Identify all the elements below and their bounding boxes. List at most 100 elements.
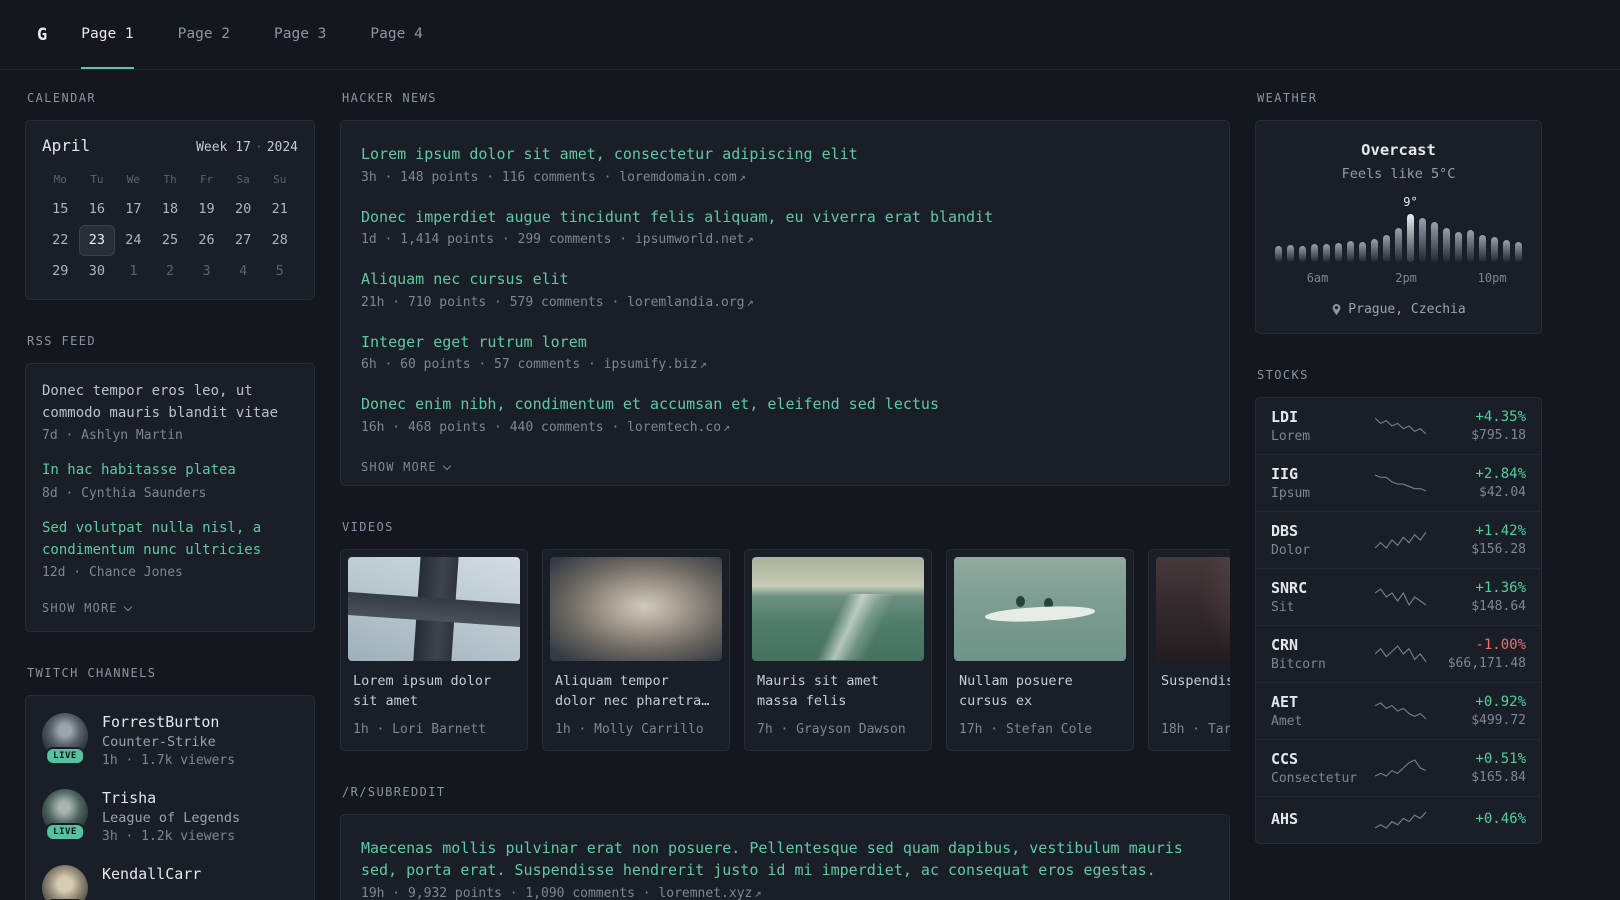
video-card[interactable]: Suspendisse diam 18h · Tara bbox=[1148, 548, 1230, 751]
video-card[interactable]: Aliquam tempor dolor nec pharetra… 1h · … bbox=[542, 548, 730, 751]
hn-item-title[interactable]: Integer eget rutrum lorem bbox=[361, 331, 1209, 354]
stock-ticker[interactable]: CCS bbox=[1271, 750, 1367, 768]
calendar-dow: Mo bbox=[53, 173, 67, 186]
dashboard: CALENDAR April Week 17 · 2024 Mo Tu We Th Fr Sa… bbox=[0, 70, 1620, 900]
hn-item-title[interactable]: Aliquam nec cursus elit bbox=[361, 268, 1209, 291]
calendar-day: 29 bbox=[52, 263, 69, 279]
twitch-channel[interactable]: LIVE KendallCarr bbox=[42, 865, 298, 900]
calendar-day: 26 bbox=[198, 232, 215, 248]
tab-page-1[interactable]: Page 1 bbox=[81, 0, 134, 69]
channel-name[interactable]: Trisha bbox=[102, 789, 240, 807]
hn-item-domain[interactable]: ipsumify.biz ↗ bbox=[604, 357, 707, 372]
external-link-icon: ↗ bbox=[746, 232, 754, 246]
rss-show-more-button[interactable]: SHOW MORE bbox=[42, 601, 133, 615]
video-thumbnail[interactable] bbox=[954, 556, 1126, 661]
calendar-day: 17 bbox=[125, 201, 142, 217]
video-thumbnail[interactable] bbox=[550, 556, 722, 661]
rss-item: Donec tempor eros leo, ut commodo mauris… bbox=[42, 381, 298, 443]
subreddit-post-domain[interactable]: loremnet.xyz ↗ bbox=[658, 886, 761, 900]
hn-item-meta: 1d · 1,414 points · 299 comments · ipsum… bbox=[361, 232, 1209, 247]
video-thumbnail[interactable] bbox=[348, 556, 520, 661]
domain-text: loremlandia.org bbox=[627, 294, 745, 310]
external-link-icon: ↗ bbox=[754, 885, 762, 900]
stock-sparkline bbox=[1375, 759, 1426, 777]
twitch-channel[interactable]: LIVE Trisha League of Legends 3h · 1.2k … bbox=[42, 789, 298, 844]
app-logo[interactable]: G bbox=[37, 25, 47, 45]
hn-item-title[interactable]: Donec enim nibh, condimentum et accumsan… bbox=[361, 393, 1209, 416]
hn-show-more-button[interactable]: SHOW MORE bbox=[361, 460, 452, 474]
tab-page-3[interactable]: Page 3 bbox=[274, 0, 326, 69]
calendar-head: April Week 17 · 2024 bbox=[42, 136, 298, 155]
stock-row[interactable]: CRN Bitcorn -1.00% $66,171.48 bbox=[1256, 625, 1541, 682]
channel-name[interactable]: KendallCarr bbox=[102, 865, 201, 883]
tab-page-2[interactable]: Page 2 bbox=[178, 0, 230, 69]
stock-row[interactable]: LDI Lorem +4.35% $795.18 bbox=[1256, 398, 1541, 454]
stock-sparkline bbox=[1375, 702, 1426, 720]
calendar-week-year: Week 17 · 2024 bbox=[196, 140, 298, 155]
stocks-header: STOCKS bbox=[1257, 368, 1309, 382]
weather-location[interactable]: Prague, Czechia bbox=[1272, 302, 1525, 317]
stock-row[interactable]: AHS +0.46% bbox=[1256, 796, 1541, 843]
weather-bar: 9° bbox=[1403, 195, 1418, 262]
tab-page-4[interactable]: Page 4 bbox=[370, 0, 422, 69]
stock-ticker[interactable]: LDI bbox=[1271, 408, 1367, 426]
stock-change: +1.36% bbox=[1475, 580, 1526, 596]
video-title[interactable]: Lorem ipsum dolor sit amet consectetu… bbox=[353, 671, 515, 713]
hn-item-title[interactable]: Donec imperdiet augue tincidunt felis al… bbox=[361, 206, 1209, 229]
channel-game[interactable]: Counter-Strike bbox=[102, 734, 235, 750]
stock-ticker[interactable]: IIG bbox=[1271, 465, 1367, 483]
stock-row[interactable]: IIG Ipsum +2.84% $42.04 bbox=[1256, 454, 1541, 511]
video-card[interactable]: Lorem ipsum dolor sit amet consectetu… 1… bbox=[340, 548, 528, 751]
stock-ticker[interactable]: AHS bbox=[1271, 810, 1367, 828]
calendar-dow: Fr bbox=[199, 173, 214, 186]
stock-ticker[interactable]: SNRC bbox=[1271, 579, 1367, 597]
rss-item-title[interactable]: Sed volutpat nulla nisl, a condimentum n… bbox=[42, 518, 298, 561]
weather-bar bbox=[1479, 235, 1486, 262]
hn-item-domain[interactable]: loremlandia.org ↗ bbox=[627, 295, 754, 310]
stock-row[interactable]: CCS Consectetur +0.51% $165.84 bbox=[1256, 739, 1541, 796]
hn-item-title[interactable]: Lorem ipsum dolor sit amet, consectetur … bbox=[361, 143, 1209, 166]
stock-row[interactable]: DBS Dolor +1.42% $156.28 bbox=[1256, 511, 1541, 568]
hn-item-domain[interactable]: ipsumworld.net ↗ bbox=[635, 232, 754, 247]
video-title[interactable]: Mauris sit amet massa felis bbox=[757, 671, 919, 713]
channel-game[interactable]: League of Legends bbox=[102, 810, 240, 826]
weather-bar bbox=[1323, 244, 1330, 262]
calendar-day: 22 bbox=[52, 232, 69, 248]
video-title[interactable]: Suspendisse diam bbox=[1161, 671, 1230, 713]
twitch-channel[interactable]: LIVE ForrestBurton Counter-Strike 1h · 1… bbox=[42, 713, 298, 768]
rss-item-title[interactable]: In hac habitasse platea bbox=[42, 460, 298, 482]
weather-bar bbox=[1335, 243, 1342, 262]
hn-item-domain[interactable]: loremdomain.com ↗ bbox=[619, 170, 746, 185]
video-meta: 1h · Lori Barnett bbox=[353, 721, 487, 737]
stock-ticker[interactable]: DBS bbox=[1271, 522, 1367, 540]
stock-name: Consectetur bbox=[1271, 771, 1358, 786]
video-title[interactable]: Aliquam tempor dolor nec pharetra… bbox=[555, 671, 717, 713]
hn-item-domain[interactable]: loremtech.co ↗ bbox=[627, 420, 730, 435]
subreddit-post-title[interactable]: Maecenas mollis pulvinar erat non posuer… bbox=[361, 837, 1209, 882]
subreddit-post: Maecenas mollis pulvinar erat non posuer… bbox=[361, 837, 1209, 900]
rss-widget: RSS FEED Donec tempor eros leo, ut commo… bbox=[25, 334, 315, 633]
video-title[interactable]: Nullam posuere cursus ex bbox=[959, 671, 1121, 713]
channel-name[interactable]: ForrestBurton bbox=[102, 713, 235, 731]
video-card[interactable]: Mauris sit amet massa felis 7h · Grayson… bbox=[744, 548, 932, 751]
channel-info: Trisha League of Legends 3h · 1.2k viewe… bbox=[102, 789, 240, 844]
domain-text: loremtech.co bbox=[627, 419, 722, 435]
hacker-news-header: HACKER NEWS bbox=[342, 91, 437, 105]
hn-item-stats: 6h · 60 points · 57 comments · bbox=[361, 357, 596, 372]
hn-item-stats: 21h · 710 points · 579 comments · bbox=[361, 294, 620, 310]
rss-item-title[interactable]: Donec tempor eros leo, ut commodo mauris… bbox=[42, 381, 298, 424]
video-thumbnail[interactable] bbox=[1156, 556, 1230, 661]
video-thumbnail[interactable] bbox=[752, 556, 924, 661]
domain-text: ipsumworld.net bbox=[634, 232, 745, 247]
weather-bar bbox=[1419, 218, 1426, 262]
stock-ticker[interactable]: AET bbox=[1271, 693, 1367, 711]
stock-change: +0.51% bbox=[1475, 751, 1526, 767]
stock-ticker[interactable]: CRN bbox=[1271, 636, 1367, 654]
external-link-icon: ↗ bbox=[738, 169, 746, 184]
stock-row[interactable]: SNRC Sit +1.36% $148.64 bbox=[1256, 568, 1541, 625]
weather-time-label: 6am bbox=[1306, 271, 1329, 285]
video-meta: 1h · Molly Carrillo bbox=[555, 721, 704, 737]
stock-row[interactable]: AET Amet +0.92% $499.72 bbox=[1256, 682, 1541, 739]
video-card[interactable]: Nullam posuere cursus ex 17h · Stefan Co… bbox=[946, 548, 1134, 751]
weather-current-temp: 9° bbox=[1403, 195, 1418, 209]
